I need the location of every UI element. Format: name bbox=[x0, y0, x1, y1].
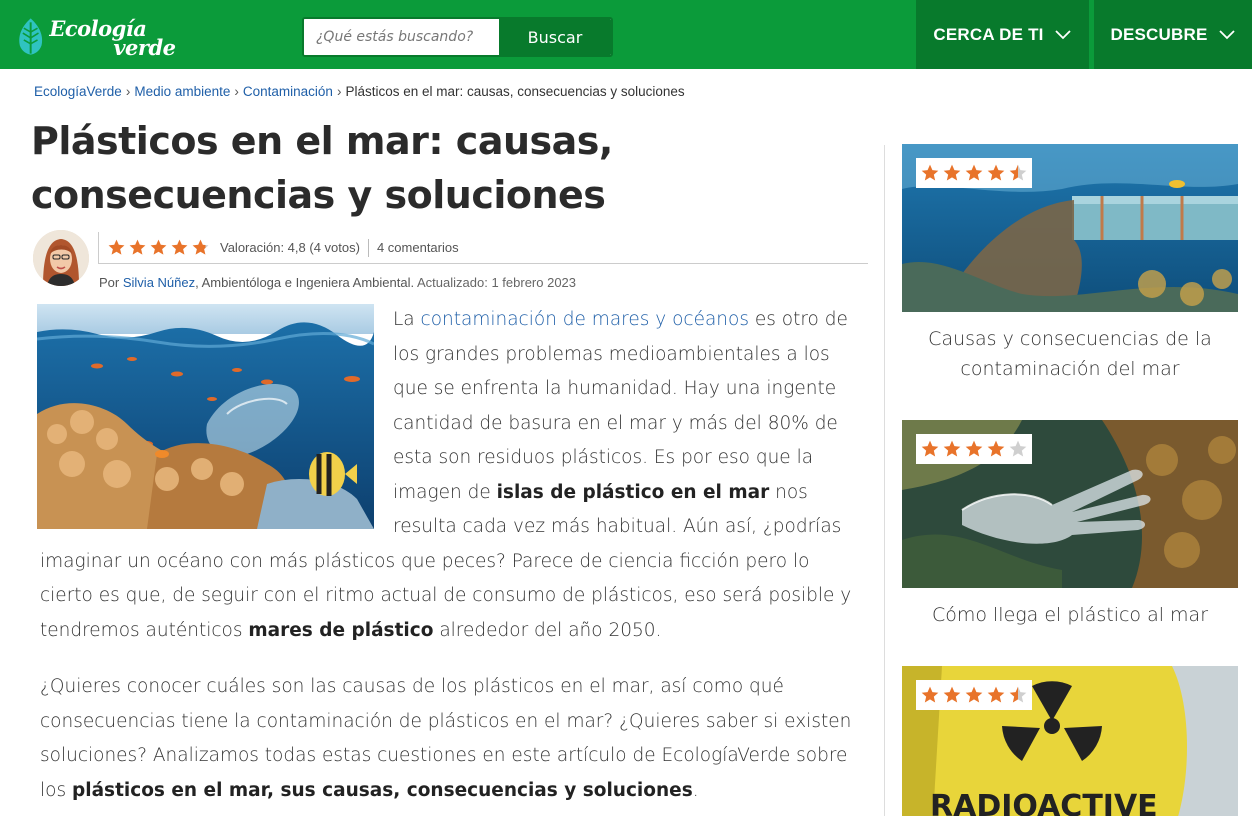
star-icon bbox=[965, 164, 983, 181]
star-icon bbox=[943, 440, 961, 457]
p2-bold-1: plásticos en el mar, sus causas, consecu… bbox=[71, 779, 693, 801]
star-icon bbox=[1009, 686, 1027, 703]
breadcrumb-separator: › bbox=[234, 84, 239, 99]
rating-row: Valoración: 4,8 (4 votos) 4 comentarios bbox=[98, 232, 868, 264]
card-rating-stars bbox=[916, 434, 1032, 464]
logo-line2: verde bbox=[113, 35, 176, 60]
nav-descubre[interactable]: DESCUBRE bbox=[1094, 0, 1252, 69]
by-prefix: Por bbox=[99, 275, 120, 290]
related-article-card[interactable]: Causas y consecuencias de la contaminaci… bbox=[902, 144, 1238, 384]
site-logo[interactable]: Ecología verde bbox=[16, 14, 196, 60]
comments-link[interactable]: 4 comentarios bbox=[377, 240, 459, 255]
breadcrumb: EcologíaVerde › Medio ambiente › Contaminaci… bbox=[34, 84, 685, 99]
star-icon bbox=[1009, 440, 1027, 457]
star-icon bbox=[921, 686, 939, 703]
star-icon bbox=[943, 686, 961, 703]
p1-text-1: La bbox=[393, 309, 421, 330]
related-article-image bbox=[902, 144, 1238, 312]
byline: Por Silvia Núñez, Ambientóloga e Ingenie… bbox=[99, 275, 576, 290]
p1-text-4: alrededor del año 2050. bbox=[433, 619, 662, 641]
updated-date: Actualizado: 1 febrero 2023 bbox=[417, 275, 577, 290]
star-icon bbox=[965, 440, 983, 457]
star-icon bbox=[129, 239, 146, 255]
link-contaminacion-mares[interactable]: contaminación de mares y océanos bbox=[421, 309, 749, 330]
star-icon bbox=[171, 239, 188, 255]
related-article-image: RADIOACTIVE bbox=[902, 666, 1238, 816]
intro-paragraph: La contaminación de mares y océanos es o… bbox=[40, 303, 865, 648]
card-rating-stars bbox=[916, 158, 1032, 188]
breadcrumb-link-contaminacion[interactable]: Contaminación bbox=[243, 84, 333, 99]
author-link[interactable]: Silvia Núñez bbox=[123, 275, 195, 290]
star-icon bbox=[108, 239, 125, 255]
breadcrumb-current: Plásticos en el mar: causas, consecuenci… bbox=[345, 84, 685, 99]
logo-text: Ecología verde bbox=[49, 14, 196, 60]
article-rating-stars[interactable] bbox=[107, 238, 210, 257]
author-role: , Ambientóloga e Ingeniera Ambiental. bbox=[195, 275, 415, 290]
nav-descubre-label: DESCUBRE bbox=[1110, 24, 1208, 44]
rating-text: Valoración: 4,8 (4 votos) bbox=[220, 240, 360, 255]
breadcrumb-link-home[interactable]: EcologíaVerde bbox=[34, 84, 122, 99]
author-portrait bbox=[33, 230, 89, 286]
star-icon bbox=[943, 164, 961, 181]
star-icon bbox=[987, 686, 1005, 703]
second-paragraph: ¿Quieres conocer cuáles son las causas d… bbox=[40, 670, 865, 808]
search-input[interactable] bbox=[304, 19, 499, 55]
star-icon bbox=[965, 686, 983, 703]
p2-text-2: . bbox=[692, 779, 699, 801]
nav-cerca-de-ti[interactable]: CERCA DE TI bbox=[916, 0, 1089, 69]
related-article-title: Causas y consecuencias de la contaminaci… bbox=[928, 328, 1212, 380]
image-wrap-spacer bbox=[40, 303, 393, 544]
star-icon bbox=[987, 440, 1005, 457]
meta-divider bbox=[367, 238, 369, 257]
chevron-down-icon bbox=[1218, 29, 1235, 39]
top-header: Ecología verde Buscar CERCA DE TI DESCUB… bbox=[0, 0, 1252, 69]
author-avatar[interactable] bbox=[33, 230, 89, 286]
p1-bold-2: mares de plástico bbox=[248, 619, 434, 641]
related-article-card[interactable]: RADIOACTIVE bbox=[902, 666, 1238, 816]
p1-bold-1: islas de plástico en el mar bbox=[496, 481, 770, 503]
star-icon bbox=[150, 239, 167, 255]
related-article-title: Cómo llega el plástico al mar bbox=[931, 604, 1209, 626]
barrel-label: RADIOACTIVE bbox=[930, 789, 1158, 816]
related-article-image bbox=[902, 420, 1238, 588]
p1-text-2: es otro de los grandes problemas medioam… bbox=[393, 309, 848, 503]
star-icon bbox=[192, 239, 209, 255]
leaf-logo-icon bbox=[19, 18, 43, 55]
nav-cerca-de-ti-label: CERCA DE TI bbox=[933, 24, 1044, 44]
star-icon bbox=[921, 440, 939, 457]
search-button[interactable]: Buscar bbox=[499, 19, 611, 55]
page-title: Plásticos en el mar: causas, consecuenci… bbox=[31, 119, 613, 217]
chevron-down-icon bbox=[1054, 29, 1071, 39]
star-icon bbox=[921, 164, 939, 181]
breadcrumb-link-medio-ambiente[interactable]: Medio ambiente bbox=[134, 84, 230, 99]
star-icon bbox=[987, 164, 1005, 181]
breadcrumb-separator: › bbox=[125, 84, 131, 99]
star-icon bbox=[1009, 164, 1027, 181]
column-divider bbox=[884, 145, 885, 816]
card-rating-stars bbox=[916, 680, 1032, 710]
breadcrumb-separator: › bbox=[336, 84, 342, 99]
related-article-card[interactable]: Cómo llega el plástico al mar bbox=[902, 420, 1238, 630]
search-box: Buscar bbox=[302, 17, 613, 57]
